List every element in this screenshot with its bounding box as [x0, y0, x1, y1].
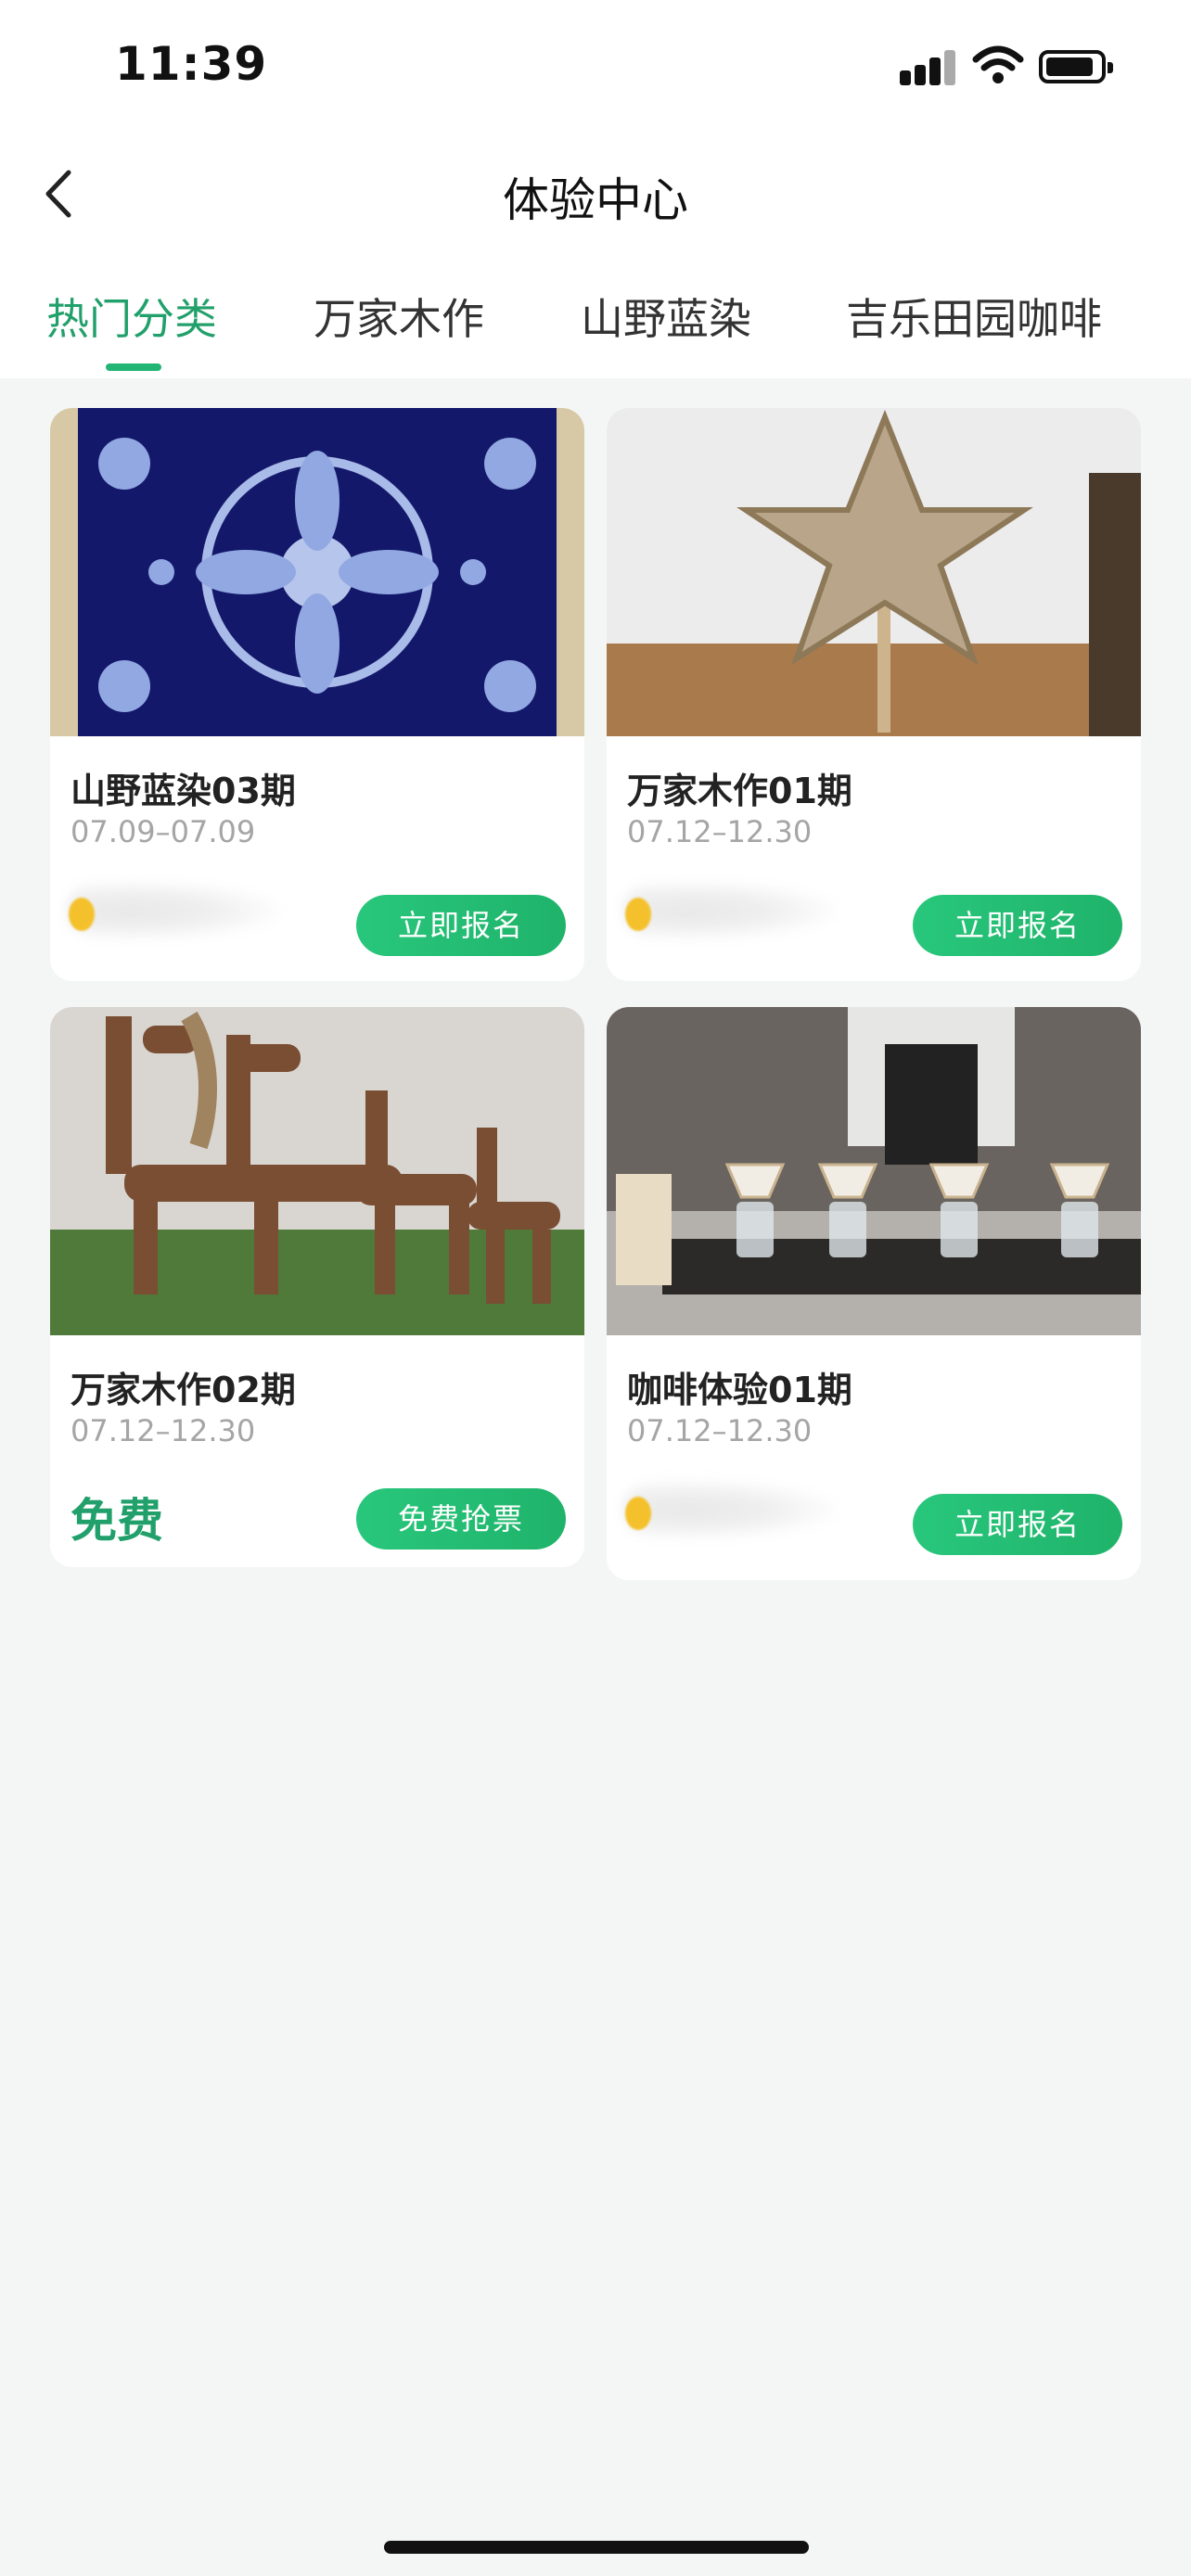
price-free: 免费 — [70, 1494, 163, 1548]
price-blurred — [623, 1480, 837, 1539]
tab-jile-coffee[interactable]: 吉乐田园咖啡 — [846, 286, 1102, 347]
header-area: 11:39 体验中心 热门分类 万家木作 山野蓝染 吉乐田园咖啡 — [0, 0, 1191, 378]
experience-card[interactable]: 咖啡体验01期 07.12–12.30 立即报名 — [607, 1007, 1141, 1580]
tab-shanye-lanran[interactable]: 山野蓝染 — [581, 286, 751, 347]
experience-card[interactable]: 万家木作02期 07.12–12.30 免费 免费抢票 — [50, 1007, 584, 1567]
card-image-coffee — [607, 1007, 1141, 1335]
experience-card[interactable]: 山野蓝染03期 07.09–07.09 立即报名 — [50, 408, 584, 981]
price-blurred — [67, 881, 280, 940]
page-title: 体验中心 — [503, 173, 688, 227]
tab-wanjia-muzuo[interactable]: 万家木作 — [314, 286, 484, 347]
card-title: 万家木作01期 — [627, 771, 852, 811]
register-button[interactable]: 立即报名 — [913, 895, 1122, 956]
wifi-icon — [972, 45, 1024, 83]
register-button[interactable]: 立即报名 — [913, 1494, 1122, 1555]
experience-card[interactable]: 万家木作01期 07.12–12.30 立即报名 — [607, 408, 1141, 981]
home-indicator — [384, 2541, 809, 2554]
card-title: 万家木作02期 — [70, 1370, 296, 1410]
coin-icon — [625, 1497, 651, 1530]
card-image-indigo-dye — [50, 408, 584, 736]
tab-active-indicator — [106, 363, 161, 371]
status-time: 11:39 — [115, 37, 268, 91]
card-image-wood-star — [607, 408, 1141, 736]
category-tabs: 热门分类 万家木作 山野蓝染 吉乐田园咖啡 — [0, 278, 1191, 378]
card-date: 07.12–12.30 — [70, 1413, 256, 1448]
card-date: 07.09–07.09 — [70, 814, 256, 849]
free-ticket-button[interactable]: 免费抢票 — [356, 1488, 566, 1549]
card-image-wood-horses — [50, 1007, 584, 1335]
register-button[interactable]: 立即报名 — [356, 895, 566, 956]
signal-icon — [900, 48, 957, 85]
battery-icon — [1039, 50, 1113, 83]
price-blurred — [623, 881, 837, 940]
tab-hot[interactable]: 热门分类 — [46, 286, 217, 347]
card-title: 咖啡体验01期 — [627, 1370, 852, 1410]
card-date: 07.12–12.30 — [627, 814, 813, 849]
coin-icon — [69, 898, 95, 931]
coin-icon — [625, 898, 651, 931]
card-date: 07.12–12.30 — [627, 1413, 813, 1448]
card-title: 山野蓝染03期 — [70, 771, 296, 811]
